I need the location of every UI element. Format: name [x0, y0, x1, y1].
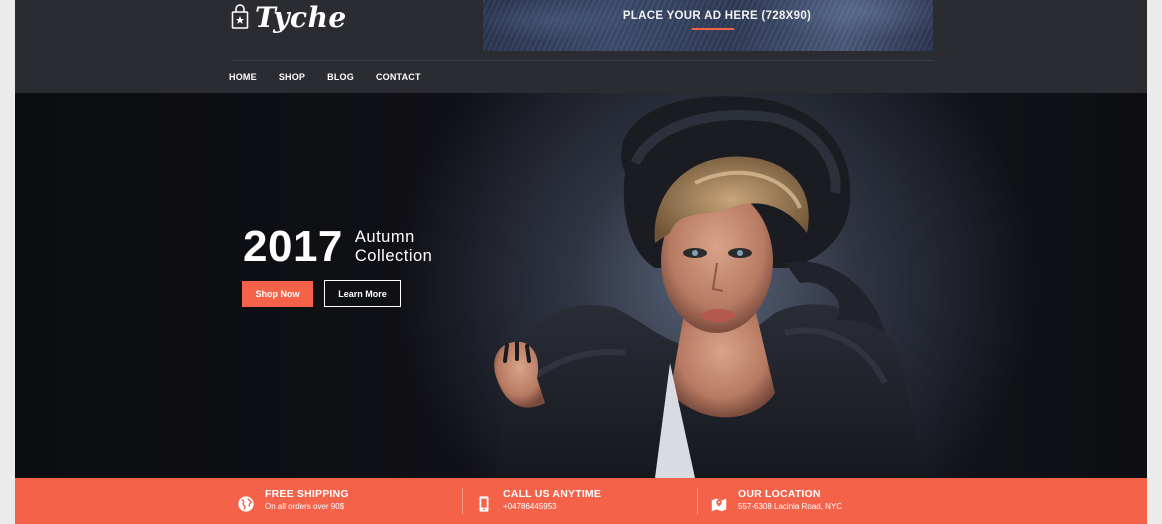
- brand-logo[interactable]: Tyche: [231, 0, 347, 34]
- globe-icon: [238, 496, 254, 512]
- ad-underline: [692, 27, 734, 30]
- ad-banner[interactable]: PLACE YOUR AD HERE (728X90): [483, 0, 933, 51]
- feature-strip: FREE SHIPPING On all orders over 90$ CAL…: [15, 478, 1147, 524]
- feature-location-subtitle: 557-6308 Lacinia Road, NYC: [738, 502, 843, 511]
- hero-year: 2017: [243, 222, 343, 271]
- hero-model-image: [494, 96, 925, 478]
- feature-call-title: CALL US ANYTIME: [503, 488, 602, 500]
- feature-call-subtitle: +04786445953: [503, 502, 557, 511]
- page-frame: Tyche PLACE YOUR AD HERE (728X90) HOME S…: [15, 0, 1147, 524]
- main-nav: HOME SHOP BLOG CONTACT: [229, 72, 443, 82]
- nav-item-home[interactable]: HOME: [229, 72, 257, 82]
- nav-item-shop[interactable]: SHOP: [279, 72, 305, 82]
- hero-subtitle-line2: Collection: [354, 247, 433, 265]
- hero-headline: 2017 Autumn Collection: [243, 222, 432, 272]
- phone-icon: [479, 496, 489, 512]
- feature-location-title: OUR LOCATION: [738, 488, 821, 500]
- hero-subtitle: Autumn Collection: [355, 228, 432, 266]
- nav-item-blog[interactable]: BLOG: [327, 72, 354, 82]
- feature-shipping-title: FREE SHIPPING: [265, 488, 349, 500]
- map-icon: [711, 498, 727, 512]
- nav-item-contact[interactable]: CONTACT: [376, 72, 421, 82]
- learn-more-button[interactable]: Learn More: [324, 280, 401, 307]
- header-divider: [231, 60, 933, 61]
- feature-location: OUR LOCATION 557-6308 Lacinia Road, NYC: [710, 488, 842, 514]
- hero-banner: 2017 Autumn Collection Shop Now Learn Mo…: [15, 93, 1147, 478]
- site-header: Tyche PLACE YOUR AD HERE (728X90) HOME S…: [15, 0, 1147, 93]
- feature-call: CALL US ANYTIME +04786445953: [475, 488, 601, 514]
- brand-name: Tyche: [255, 0, 347, 34]
- feature-shipping: FREE SHIPPING On all orders over 90$: [237, 488, 349, 514]
- feature-shipping-subtitle: On all orders over 90$: [265, 502, 345, 511]
- hero-subtitle-line1: Autumn: [354, 228, 415, 246]
- feature-divider: [697, 488, 698, 514]
- feature-divider: [462, 488, 463, 514]
- shopping-bag-icon: [231, 4, 249, 29]
- shop-now-button[interactable]: Shop Now: [242, 281, 313, 307]
- ad-banner-text: PLACE YOUR AD HERE (728X90): [622, 9, 812, 22]
